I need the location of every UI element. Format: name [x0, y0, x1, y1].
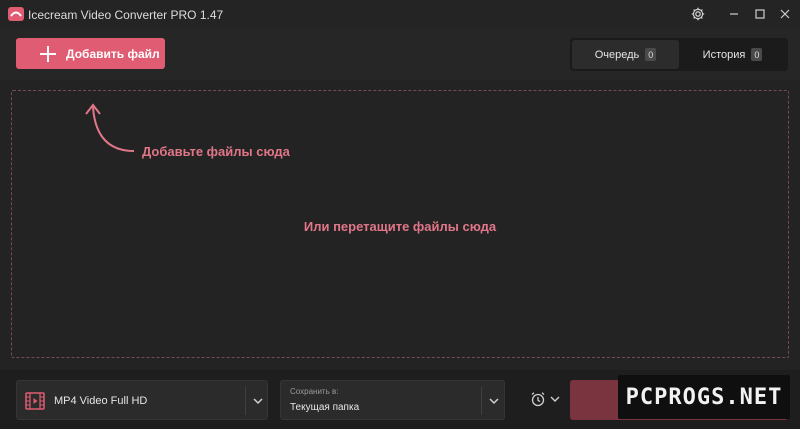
curved-arrow-icon: [85, 103, 135, 152]
watermark-logo: PCPROGS.NET: [618, 375, 790, 419]
gear-icon: [691, 7, 705, 21]
output-format-select[interactable]: MP4 Video Full HD: [16, 380, 268, 420]
chevron-down-icon[interactable]: [251, 394, 265, 408]
top-toolbar: Добавить файл Очередь 0 История 0: [0, 28, 800, 80]
close-button[interactable]: [774, 4, 796, 24]
history-count-badge: 0: [751, 48, 763, 61]
close-icon: [780, 9, 790, 19]
save-location-caption: Сохранить в:: [290, 387, 339, 396]
window-title: Icecream Video Converter PRO 1.47: [28, 8, 224, 22]
plus-icon: [40, 45, 56, 62]
tab-queue-label: Очередь: [594, 48, 640, 61]
chevron-down-icon: [550, 396, 560, 402]
tab-history[interactable]: История 0: [679, 40, 786, 69]
minimize-icon: [730, 13, 738, 15]
add-files-hint: Добавьте файлы сюда: [142, 144, 290, 159]
divider: [481, 387, 482, 415]
tab-queue[interactable]: Очередь 0: [572, 40, 679, 69]
video-film-icon: [25, 392, 45, 410]
add-file-button[interactable]: Добавить файл: [16, 38, 165, 69]
save-location-value: Текущая папка: [290, 402, 360, 413]
drag-drop-text: Или перетащите файлы сюда: [303, 219, 497, 234]
maximize-icon: [755, 9, 765, 19]
queue-count-badge: 0: [645, 48, 657, 61]
minimize-button[interactable]: [723, 4, 745, 24]
file-drop-zone[interactable]: Добавьте файлы сюда Или перетащите файлы…: [11, 90, 789, 358]
divider: [245, 387, 246, 415]
chevron-down-icon[interactable]: [487, 394, 501, 408]
schedule-button[interactable]: [530, 388, 562, 410]
output-format-value: MP4 Video Full HD: [54, 395, 148, 407]
queue-history-tabs: Очередь 0 История 0: [570, 38, 788, 71]
app-logo-icon: [8, 7, 24, 21]
tab-history-label: История: [702, 48, 746, 61]
maximize-button[interactable]: [749, 4, 771, 24]
settings-button[interactable]: [687, 4, 709, 24]
alarm-clock-icon: [531, 392, 545, 407]
title-bar: Icecream Video Converter PRO 1.47: [0, 0, 800, 28]
add-file-label: Добавить файл: [66, 46, 160, 61]
save-location-select[interactable]: Сохранить в: Текущая папка: [280, 380, 505, 420]
